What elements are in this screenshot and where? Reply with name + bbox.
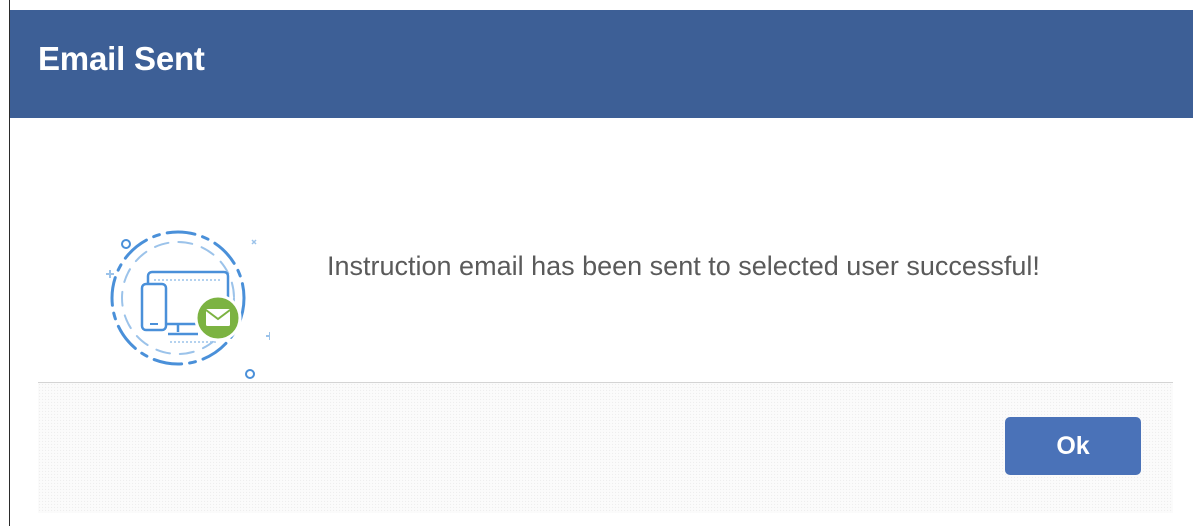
dialog-header: Email Sent: [10, 10, 1193, 118]
ok-button[interactable]: Ok: [1005, 417, 1141, 475]
page: Email Sent Instruction email has been se…: [0, 0, 1193, 526]
window-left-edge: [0, 0, 10, 526]
dialog-footer: Ok: [38, 383, 1173, 513]
email-sent-dialog: Email Sent Instruction email has been se…: [10, 10, 1193, 526]
dialog-title: Email Sent: [38, 40, 205, 77]
email-devices-icon: [98, 224, 274, 384]
dialog-message: Instruction email has been sent to selec…: [327, 251, 1040, 281]
envelope-icon: [205, 309, 231, 326]
top-strip: [0, 0, 1193, 10]
